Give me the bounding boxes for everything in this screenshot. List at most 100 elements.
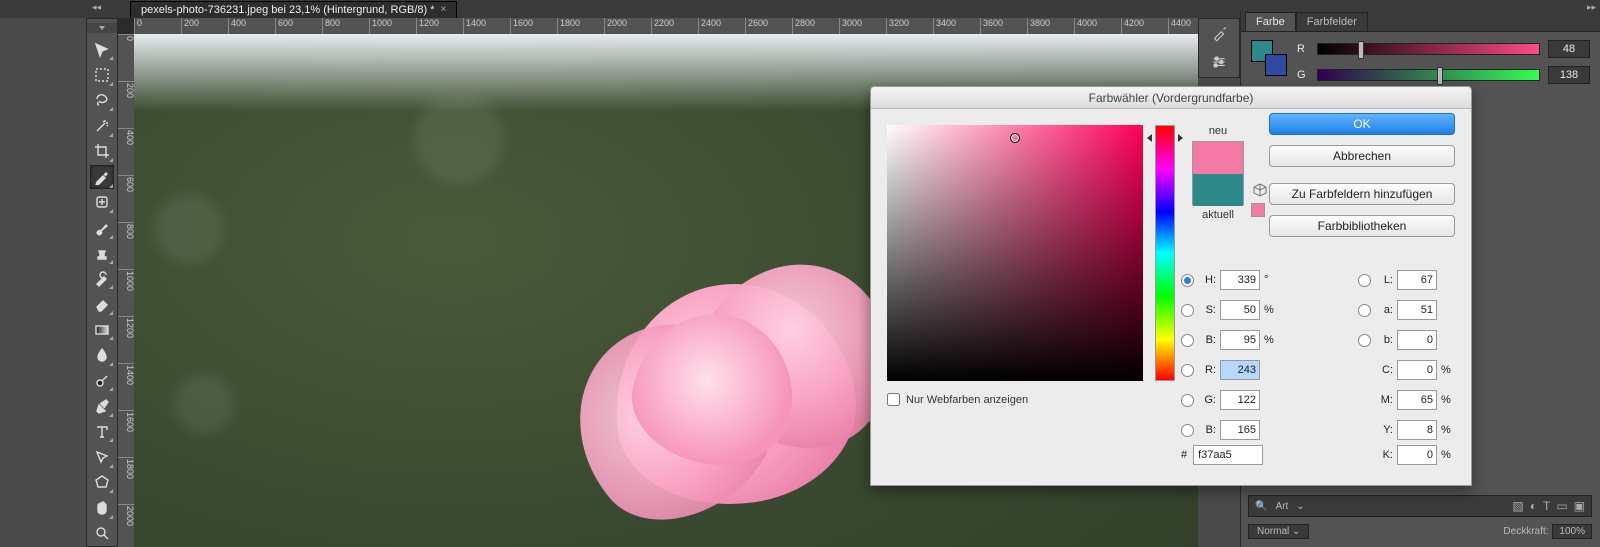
field-k[interactable] xyxy=(1397,445,1437,465)
ok-button[interactable]: OK xyxy=(1269,113,1455,135)
eraser-tool[interactable] xyxy=(90,292,114,315)
radio-a[interactable] xyxy=(1358,304,1371,317)
pen-tool[interactable] xyxy=(90,394,114,417)
slider-r-label: R xyxy=(1297,43,1309,55)
radio-lab-b[interactable] xyxy=(1358,334,1371,347)
field-b[interactable] xyxy=(1220,330,1260,350)
brush-tool[interactable] xyxy=(90,216,114,239)
fg-bg-swatch[interactable] xyxy=(1251,40,1287,76)
gradient-tool[interactable] xyxy=(90,318,114,341)
art-icon-shape[interactable]: ▭ xyxy=(1556,499,1567,513)
field-m[interactable] xyxy=(1397,390,1437,410)
search-icon[interactable]: 🔍 xyxy=(1255,501,1267,512)
gamut-warning-icon[interactable] xyxy=(1253,183,1267,197)
magic-wand-tool[interactable] xyxy=(90,114,114,137)
field-h[interactable] xyxy=(1220,270,1260,290)
collapsed-panel-dock[interactable] xyxy=(1198,18,1240,78)
slider-g[interactable] xyxy=(1317,69,1540,81)
radio-s[interactable] xyxy=(1181,304,1194,317)
add-to-swatches-button[interactable]: Zu Farbfeldern hinzufügen xyxy=(1269,183,1455,205)
color-picker-dialog: Farbwähler (Vordergrundfarbe) neu aktuel… xyxy=(870,86,1472,486)
art-icon-folder[interactable]: ▣ xyxy=(1574,499,1585,513)
field-c[interactable] xyxy=(1397,360,1437,380)
art-panel-header[interactable]: 🔍 Art ⌄ ▧ ◐ T ▭ ▣ xyxy=(1248,495,1592,517)
radio-h[interactable] xyxy=(1181,274,1194,287)
web-colors-only-checkbox[interactable] xyxy=(887,393,900,406)
sb-cursor[interactable] xyxy=(1010,133,1020,143)
color-compare-swatch[interactable] xyxy=(1192,141,1244,205)
brushes-panel-icon[interactable] xyxy=(1208,23,1230,45)
slider-g-label: G xyxy=(1297,69,1309,81)
bokeh-blur xyxy=(154,194,224,264)
slider-r[interactable] xyxy=(1317,43,1540,55)
shape-tool[interactable] xyxy=(90,471,114,494)
field-a[interactable] xyxy=(1397,300,1437,320)
lasso-tool[interactable] xyxy=(90,89,114,112)
type-tool[interactable] xyxy=(90,420,114,443)
bokeh-blur xyxy=(414,94,504,184)
background-swatch[interactable] xyxy=(1265,54,1287,76)
horizontal-ruler[interactable]: 0200400600800100012001400160018002000220… xyxy=(134,18,1198,34)
color-value-fields: H:° L: S:% a: B:% b: R: C:% G: M:% B: Y:… xyxy=(1181,265,1455,445)
adjustments-panel-icon[interactable] xyxy=(1208,51,1230,73)
opacity-value[interactable]: 100% xyxy=(1552,524,1592,539)
field-g[interactable] xyxy=(1220,390,1260,410)
zoom-tool[interactable] xyxy=(90,522,114,545)
image-content xyxy=(574,254,914,547)
healing-brush-tool[interactable] xyxy=(90,191,114,214)
rgb-sliders: R 48 G 138 xyxy=(1297,40,1590,92)
field-s[interactable] xyxy=(1220,300,1260,320)
toolbar-collapse-handle[interactable] xyxy=(87,23,117,33)
slider-r-value[interactable]: 48 xyxy=(1548,40,1590,58)
tab-farbe[interactable]: Farbe xyxy=(1245,12,1296,31)
field-blue[interactable] xyxy=(1220,420,1260,440)
saturation-brightness-field[interactable] xyxy=(887,125,1143,381)
radio-l[interactable] xyxy=(1358,274,1371,287)
eyedropper-tool[interactable] xyxy=(90,165,114,188)
blur-tool[interactable] xyxy=(90,343,114,366)
slider-g-value[interactable]: 138 xyxy=(1548,66,1590,84)
move-tool[interactable] xyxy=(90,38,114,61)
chevron-down-icon[interactable]: ⌄ xyxy=(1296,501,1304,512)
toolbar-collapse-arrows-icon: ◂◂ xyxy=(92,2,101,13)
clone-stamp-tool[interactable] xyxy=(90,242,114,265)
history-brush-tool[interactable] xyxy=(90,267,114,290)
hand-tool[interactable] xyxy=(90,496,114,519)
field-r[interactable] xyxy=(1220,360,1260,380)
field-y[interactable] xyxy=(1397,420,1437,440)
close-icon[interactable]: × xyxy=(441,4,447,15)
label-aktuell: aktuell xyxy=(1189,209,1247,221)
hue-slider[interactable] xyxy=(1155,125,1175,381)
hue-slider-thumb[interactable] xyxy=(1149,134,1181,142)
label-neu: neu xyxy=(1189,125,1247,137)
tab-farbfelder[interactable]: Farbfelder xyxy=(1296,12,1368,31)
dialog-titlebar[interactable]: Farbwähler (Vordergrundfarbe) xyxy=(871,87,1471,109)
hex-hash: # xyxy=(1181,449,1187,461)
radio-g[interactable] xyxy=(1181,394,1194,407)
art-icon-image[interactable]: ▧ xyxy=(1512,499,1523,513)
document-tab[interactable]: pexels-photo-736231.jpeg bei 23,1% (Hint… xyxy=(130,1,457,18)
cancel-button[interactable]: Abbrechen xyxy=(1269,145,1455,167)
vertical-ruler[interactable]: 0200400600800100012001400160018002000 xyxy=(118,34,134,547)
new-current-swatch: neu aktuell xyxy=(1189,125,1247,225)
web-colors-only-label: Nur Webfarben anzeigen xyxy=(906,394,1028,406)
art-icon-type[interactable]: T xyxy=(1543,499,1550,513)
field-lab-b[interactable] xyxy=(1397,330,1437,350)
opacity-label: Deckkraft: xyxy=(1503,526,1548,537)
color-libraries-button[interactable]: Farbbibliotheken xyxy=(1269,215,1455,237)
blend-opacity-bar: Normal ⌄ Deckkraft: 100% xyxy=(1248,521,1592,541)
blend-mode-select[interactable]: Normal ⌄ xyxy=(1248,524,1309,539)
path-selection-tool[interactable] xyxy=(90,445,114,468)
radio-b[interactable] xyxy=(1181,334,1194,347)
art-icon-adjust[interactable]: ◐ xyxy=(1530,499,1537,513)
nearest-color-swatch[interactable] xyxy=(1251,203,1265,217)
field-l[interactable] xyxy=(1397,270,1437,290)
dodge-tool[interactable] xyxy=(90,369,114,392)
color-panel-tabs: Farbe Farbfelder xyxy=(1241,10,1600,32)
crop-tool[interactable] xyxy=(90,140,114,163)
marquee-tool[interactable] xyxy=(90,63,114,86)
radio-bc[interactable] xyxy=(1181,424,1194,437)
radio-r[interactable] xyxy=(1181,364,1194,377)
field-hex[interactable] xyxy=(1193,445,1263,465)
document-tab-title: pexels-photo-736231.jpeg bei 23,1% (Hint… xyxy=(141,4,435,16)
